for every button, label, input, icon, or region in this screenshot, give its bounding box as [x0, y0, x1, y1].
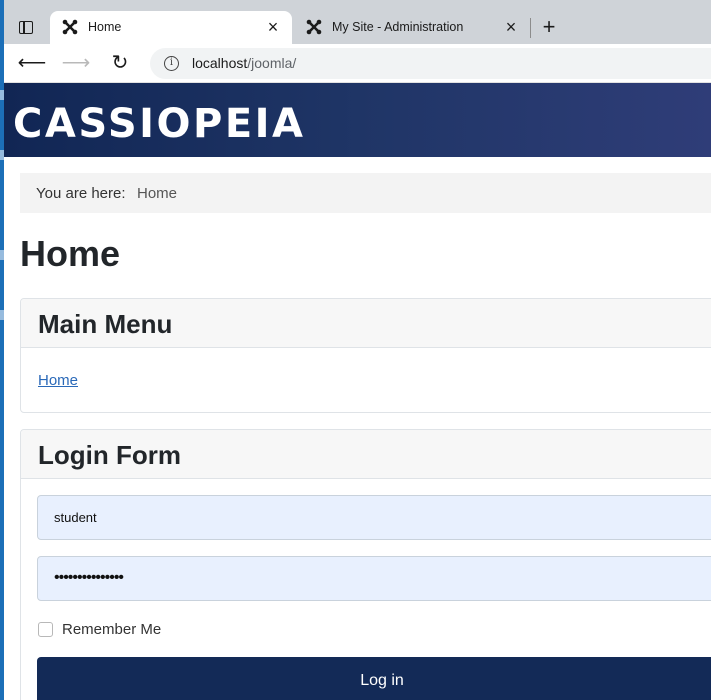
tab-actions-button[interactable] [12, 14, 40, 42]
back-arrow-icon[interactable]: ⟵ [17, 49, 47, 79]
info-icon[interactable]: i [164, 56, 179, 71]
remember-me-checkbox[interactable] [38, 622, 53, 637]
close-icon[interactable]: × [262, 16, 284, 38]
username-field[interactable]: student [37, 495, 711, 540]
breadcrumb: You are here: Home [20, 173, 711, 213]
joomla-icon [62, 19, 78, 35]
main-menu-title: Main Menu [38, 309, 173, 339]
web-page: CASSIOPEIA You are here: Home Home Main … [4, 83, 711, 700]
card-header: Main Menu [21, 299, 711, 348]
url-path: /joomla/ [247, 55, 297, 71]
url-host: localhost [192, 55, 248, 71]
tab-actions-icon [19, 21, 33, 34]
address-bar[interactable]: i localhost/joomla/ [150, 48, 711, 79]
menu-item-home[interactable]: Home [38, 372, 78, 389]
card-header: Login Form [21, 430, 711, 479]
main-menu-module: Main Menu Home [20, 298, 711, 413]
breadcrumb-current: Home [137, 185, 178, 202]
close-icon[interactable]: × [500, 16, 522, 38]
tab-separator [530, 18, 531, 38]
login-module: Login Form student ••••••••••••••• Remem… [20, 429, 711, 700]
breadcrumb-prefix: You are here: [36, 185, 126, 202]
tab-strip: Home × My Site - Administration × + [4, 0, 711, 44]
url-text[interactable]: localhost/joomla/ [192, 55, 296, 71]
tab-home[interactable]: Home × [50, 11, 292, 44]
reload-icon[interactable]: ↻ [105, 49, 135, 79]
login-button[interactable]: Log in [37, 657, 711, 700]
address-toolbar: ⟵ ⟶ ↻ i localhost/joomla/ [4, 44, 711, 83]
password-value: ••••••••••••••• [54, 569, 124, 586]
page-title: Home [20, 233, 121, 274]
login-form-title: Login Form [38, 440, 181, 470]
password-field[interactable]: ••••••••••••••• [37, 556, 711, 601]
tab-label: My Site - Administration [332, 20, 464, 34]
remember-me-label[interactable]: Remember Me [62, 621, 161, 638]
browser-window: Home × My Site - Administration × + ⟵ ⟶ … [4, 0, 711, 700]
tab-label: Home [88, 20, 122, 34]
new-tab-button[interactable]: + [535, 14, 563, 42]
site-header: CASSIOPEIA [4, 83, 711, 157]
site-brand[interactable]: CASSIOPEIA [13, 101, 306, 147]
forward-arrow-icon[interactable]: ⟶ [61, 49, 91, 79]
joomla-icon [306, 19, 322, 35]
tab-administration[interactable]: My Site - Administration × [294, 11, 530, 44]
username-value: student [54, 510, 97, 525]
